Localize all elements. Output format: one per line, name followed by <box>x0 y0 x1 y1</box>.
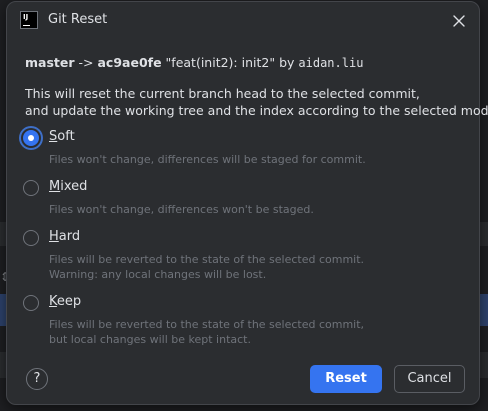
mixed-radio[interactable] <box>23 180 39 196</box>
hard-description: Files will be reverted to the state of t… <box>49 253 365 281</box>
keep-radio[interactable] <box>23 295 39 311</box>
keep-description: Files will be reverted to the state of t… <box>49 318 365 346</box>
dialog-title: Git Reset <box>48 12 108 27</box>
intellij-app-icon: IJ <box>20 11 38 29</box>
close-button[interactable] <box>449 11 469 31</box>
soft-radio[interactable] <box>23 130 39 146</box>
soft-description: Files won't change, differences will be … <box>49 153 366 166</box>
branch-name: master <box>25 55 75 70</box>
git-reset-dialog: IJ Git Reset master -> ac9ae0fe "feat(in… <box>6 1 488 405</box>
arrow-text: -> <box>78 55 94 70</box>
mixed-label[interactable]: Mixed <box>49 179 87 194</box>
by-text: by <box>279 55 295 70</box>
hard-radio[interactable] <box>23 230 39 246</box>
description-line: This will reset the current branch head … <box>25 86 420 101</box>
help-button[interactable]: ? <box>26 368 48 390</box>
mixed-description: Files won't change, differences won't be… <box>49 203 314 216</box>
keep-label[interactable]: Keep <box>49 294 81 309</box>
commit-summary: master -> ac9ae0fe "feat(init2): init2" … <box>25 55 363 70</box>
title-bar[interactable]: IJ Git Reset <box>7 2 479 40</box>
cancel-button[interactable]: Cancel <box>394 365 465 393</box>
close-icon <box>453 15 465 27</box>
commit-message: "feat(init2): init2" <box>165 55 276 70</box>
commit-hash: ac9ae0fe <box>97 55 162 70</box>
help-icon: ? <box>33 371 41 386</box>
commit-author: aidan.liu <box>298 56 364 70</box>
description-line: and update the working tree and the inde… <box>25 103 488 118</box>
reset-description: This will reset the current branch head … <box>25 85 488 119</box>
reset-button[interactable]: Reset <box>310 365 382 393</box>
hard-label[interactable]: Hard <box>49 229 80 244</box>
soft-label[interactable]: Soft <box>49 129 75 144</box>
